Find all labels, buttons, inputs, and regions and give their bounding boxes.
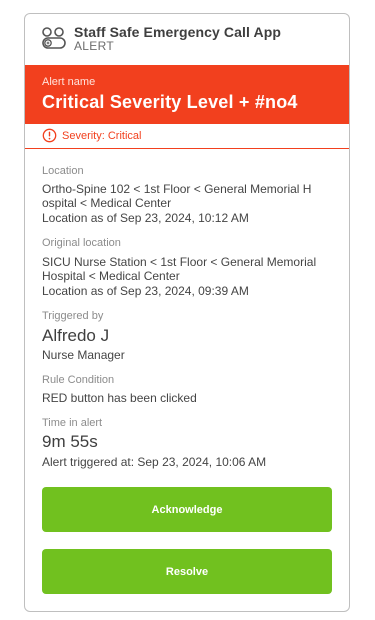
rule-condition-label: Rule Condition [42, 374, 115, 386]
triggered-by-name: Alfredo J [42, 326, 110, 345]
resolve-button[interactable]: Resolve [42, 549, 332, 594]
location-as-of: Location as of Sep 23, 2024, 10:12 AM [42, 211, 249, 225]
location-path-line2: ospital < Medical Center [42, 196, 172, 210]
rule-condition-text: RED button has been clicked [42, 391, 197, 405]
app-subtitle: ALERT [74, 39, 114, 53]
alert-banner: Alert name Critical Severity Level + #no… [25, 65, 349, 124]
alert-card: Staff Safe Emergency Call App ALERT Aler… [24, 13, 350, 612]
triggered-by-label: Triggered by [42, 310, 104, 322]
app-header: Staff Safe Emergency Call App ALERT [25, 14, 349, 65]
acknowledge-button[interactable]: Acknowledge [42, 487, 332, 532]
original-location-path-line1: SICU Nurse Station < 1st Floor < General… [42, 255, 317, 269]
original-location-label: Original location [42, 237, 121, 249]
alert-triggered-at: Alert triggered at: Sep 23, 2024, 10:06 … [42, 455, 267, 469]
original-location-path-line2: Hospital < Medical Center [42, 269, 180, 283]
time-in-alert-label: Time in alert [42, 417, 103, 429]
original-location-as-of: Location as of Sep 23, 2024, 09:39 AM [42, 284, 249, 298]
location-path-line1: Ortho-Spine 102 < 1st Floor < General Me… [42, 182, 312, 196]
exclamation-circle-icon [42, 128, 57, 143]
severity-text: Severity: Critical [62, 130, 142, 142]
time-in-alert-duration: 9m 55s [42, 432, 98, 451]
alert-name-label: Alert name [42, 76, 96, 88]
alert-name: Critical Severity Level + #no4 [42, 92, 298, 112]
severity-row: Severity: Critical [25, 124, 349, 149]
staff-group-icon [42, 27, 66, 49]
location-label: Location [42, 165, 84, 177]
app-name: Staff Safe Emergency Call App [74, 24, 281, 40]
triggered-by-role: Nurse Manager [42, 348, 125, 362]
